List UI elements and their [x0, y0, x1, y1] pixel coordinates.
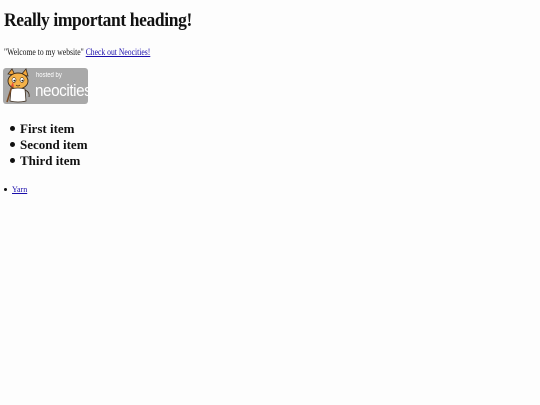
link-list: Yarn: [0, 184, 27, 196]
yarn-link[interactable]: Yarn: [12, 185, 27, 194]
neocities-link[interactable]: Check out Neocities!: [86, 47, 151, 57]
hosted-by-neocities-badge[interactable]: hosted by neocities: [3, 68, 88, 104]
list-item: Yarn: [0, 184, 27, 196]
neocities-wordmark: neocities: [35, 81, 88, 100]
page-heading: Really important heading!: [4, 10, 192, 31]
list-item: First item: [0, 121, 88, 137]
welcome-paragraph: "Welcome to my website" Check out Neocit…: [4, 47, 150, 57]
page: Really important heading! "Welcome to my…: [0, 0, 540, 405]
list-item: Second item: [0, 137, 88, 153]
neocities-cat-mascot-icon: [6, 68, 30, 103]
main-list: First item Second item Third item: [0, 121, 88, 169]
hosted-by-label: hosted by: [36, 72, 62, 79]
list-item: Third item: [0, 153, 88, 169]
welcome-text: "Welcome to my website": [4, 47, 84, 57]
